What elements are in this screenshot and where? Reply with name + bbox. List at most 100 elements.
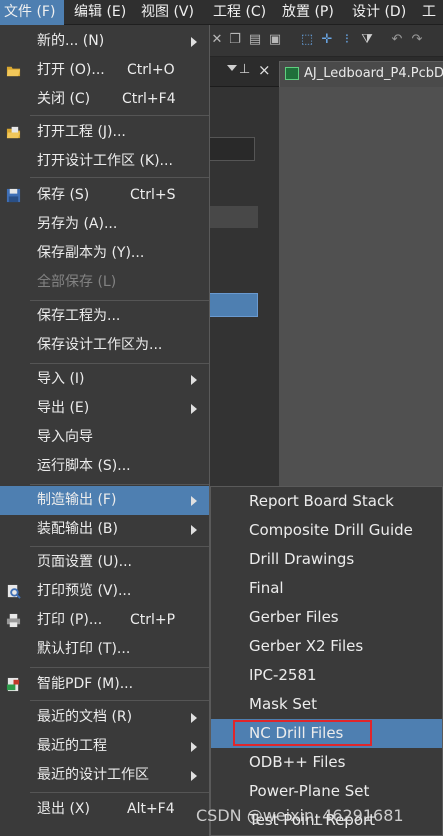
print-preview-icon [7,584,21,599]
menu-item-save-as[interactable]: 另存为 (A)... [0,210,209,239]
menu-file[interactable]: 文件 (F) [0,0,64,25]
submenu-item-nc-drill-files[interactable]: NC Drill Files [211,719,442,748]
panel-menu-chevron-icon[interactable] [227,65,237,71]
menu-item-open[interactable]: 打开 (O)... Ctrl+O [0,56,209,85]
menu-item-save-project-as[interactable]: 保存工程为... [0,302,209,331]
submenu-item-label: NC Drill Files [249,724,344,742]
menu-separator [30,546,209,547]
undo-icon[interactable]: ↶ [389,32,405,48]
panel-search-box[interactable] [209,137,255,161]
menu-item-close[interactable]: 关闭 (C) Ctrl+F4 [0,85,209,114]
menu-item-recent-workspaces[interactable]: 最近的设计工作区 [0,761,209,790]
menu-item-run-script[interactable]: 运行脚本 (S)... [0,452,209,481]
menu-item-default-print[interactable]: 默认打印 (T)... [0,635,209,664]
fabrication-outputs-submenu: Report Board Stack Composite Drill Guide… [210,486,443,836]
menu-item-recent-projects[interactable]: 最近的工程 [0,732,209,761]
menu-item-label: 保存设计工作区为... [37,337,163,353]
menu-separator [30,115,209,116]
submenu-arrow-icon [191,771,197,781]
menu-item-label: 退出 (X) [37,801,90,817]
menu-place[interactable]: 放置 (P) [278,0,338,25]
menu-item-open-workspace[interactable]: 打开设计工作区 (K)... [0,147,209,176]
menu-item-save-workspace-as[interactable]: 保存设计工作区为... [0,331,209,360]
menu-item-print[interactable]: 打印 (P)... Ctrl+P [0,606,209,635]
menu-item-label: 打开 (O)... [37,62,105,78]
menu-item-import[interactable]: 导入 (I) [0,365,209,394]
menu-separator [30,484,209,485]
panel-selected-row[interactable] [209,293,258,317]
menu-item-label: 导入 (I) [37,371,85,387]
menu-item-label: 导出 (E) [37,400,90,416]
shortcut: Ctrl+P [130,612,176,628]
menu-item-fabrication-outputs[interactable]: 制造输出 (F) [0,486,209,515]
menu-view[interactable]: 视图 (V) [137,0,198,25]
menu-item-label: 打开设计工作区 (K)... [37,153,173,169]
document-tabstrip: ⊥ × AJ_Ledboard_P4.PcbDoc [209,57,443,87]
menu-design[interactable]: 设计 (D) [348,0,410,25]
smart-pdf-icon [6,677,20,692]
rubber-stamp-icon[interactable]: ▣ [267,32,283,48]
menu-item-label: 制造输出 (F) [37,492,117,508]
menu-item-smart-pdf[interactable]: 智能PDF (M)... [0,670,209,699]
close-icon[interactable]: × [258,61,271,79]
shortcut: Alt+F4 [127,801,175,817]
select-area-icon[interactable]: ⬚ [299,32,315,48]
menu-item-save[interactable]: 保存 (S) Ctrl+S [0,181,209,210]
menu-item-label: 最近的文档 (R) [37,709,133,725]
submenu-item-power-plane-set[interactable]: Power-Plane Set [211,777,442,806]
tab-title: AJ_Ledboard_P4.PcbDoc [304,66,443,81]
printer-icon [6,613,21,628]
menu-item-label: 关闭 (C) [37,91,91,107]
toolbar: ✕ ❐ ▤ ▣ ⬚ ✛ ⁝ ⧩ ↶ ↷ [209,25,443,57]
menu-item-export[interactable]: 导出 (E) [0,394,209,423]
menu-item-label: 装配输出 (B) [37,521,118,537]
shortcut: Ctrl+F4 [122,91,176,107]
submenu-item-report-board-stack[interactable]: Report Board Stack [211,487,442,516]
menu-item-print-preview[interactable]: 打印预览 (V)... [0,577,209,606]
close-icon[interactable]: ✕ [209,32,225,48]
menu-item-exit[interactable]: 退出 (X) Alt+F4 [0,795,209,824]
pin-icon[interactable]: ⊥ [239,62,250,77]
submenu-arrow-icon [191,404,197,414]
submenu-item-ipc-2581[interactable]: IPC-2581 [211,661,442,690]
submenu-arrow-icon [191,742,197,752]
menu-item-assembly-outputs[interactable]: 装配输出 (B) [0,515,209,544]
submenu-item-drill-drawings[interactable]: Drill Drawings [211,545,442,574]
menu-tools[interactable]: 工 [418,0,440,25]
menu-separator [30,300,209,301]
submenu-item-composite-drill-guide[interactable]: Composite Drill Guide [211,516,442,545]
menu-item-page-setup[interactable]: 页面设置 (U)... [0,548,209,577]
submenu-item-final[interactable]: Final [211,574,442,603]
submenu-arrow-icon [191,713,197,723]
submenu-item-gerber-x2-files[interactable]: Gerber X2 Files [211,632,442,661]
copy-icon[interactable]: ❐ [227,32,243,48]
submenu-item-odb-files[interactable]: ODB++ Files [211,748,442,777]
menu-edit[interactable]: 编辑 (E) [70,0,130,25]
submenu-arrow-icon [191,375,197,385]
submenu-item-gerber-files[interactable]: Gerber Files [211,603,442,632]
submenu-item-mask-set[interactable]: Mask Set [211,690,442,719]
menu-project[interactable]: 工程 (C) [209,0,270,25]
move-icon[interactable]: ✛ [319,32,335,48]
menu-item-recent-documents[interactable]: 最近的文档 (R) [0,703,209,732]
align-icon[interactable]: ⁝ [339,32,355,48]
redo-icon[interactable]: ↷ [409,32,425,48]
submenu-arrow-icon [191,525,197,535]
paste-icon[interactable]: ▤ [247,32,263,48]
menu-separator [30,792,209,793]
menu-item-open-project[interactable]: 打开工程 (J)... [0,118,209,147]
menu-item-label: 另存为 (A)... [37,216,118,232]
menu-item-new[interactable]: 新的... (N) [0,27,209,56]
menu-item-label: 新的... (N) [37,33,105,49]
menu-item-save-all: 全部保存 (L) [0,268,209,297]
shortcut: Ctrl+O [127,62,175,78]
filter-icon[interactable]: ⧩ [359,32,375,48]
shortcut: Ctrl+S [130,187,176,203]
menu-item-label: 运行脚本 (S)... [37,458,131,474]
menu-item-label: 保存 (S) [37,187,90,203]
submenu-item-label: Final [249,579,284,597]
menu-item-save-copy-as[interactable]: 保存副本为 (Y)... [0,239,209,268]
menu-item-import-wizard[interactable]: 导入向导 [0,423,209,452]
tab-pcbdoc[interactable]: AJ_Ledboard_P4.PcbDoc [279,61,443,87]
menu-item-label: 打开工程 (J)... [37,124,126,140]
